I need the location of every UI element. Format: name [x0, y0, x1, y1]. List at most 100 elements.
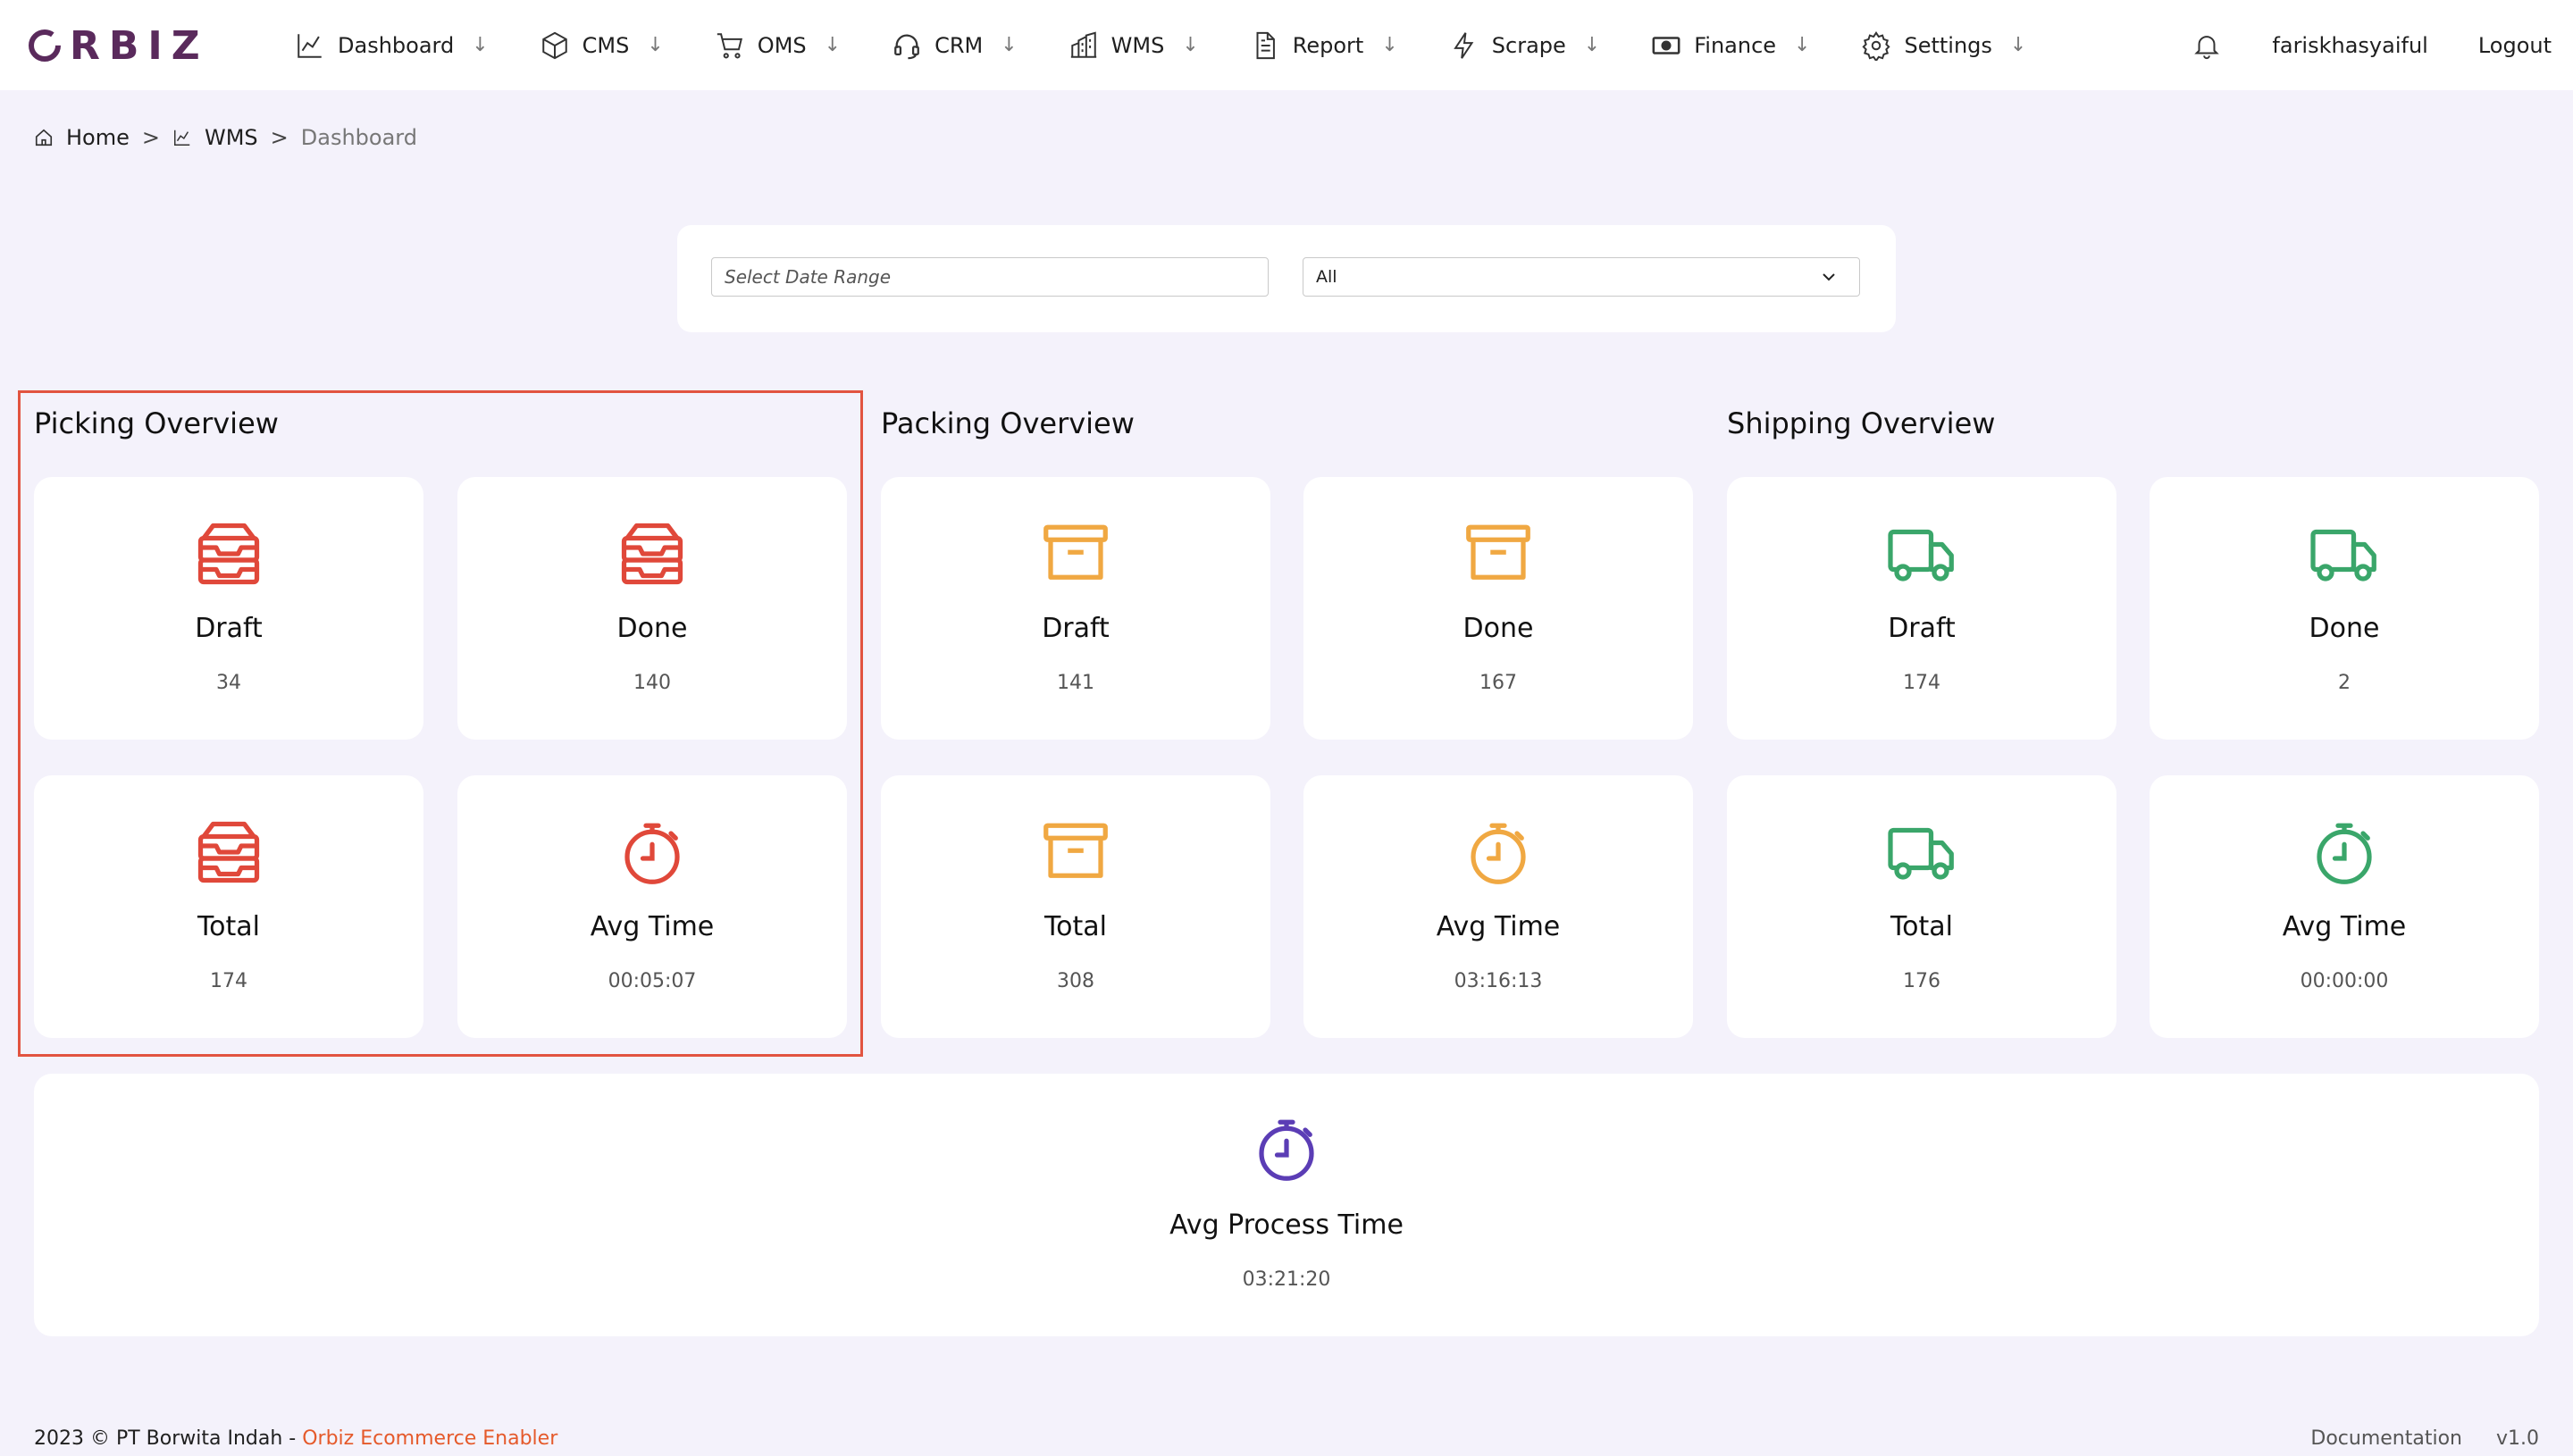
nav-label: WMS — [1110, 32, 1165, 58]
top-navbar: RBIZ Dashboard ↓ CMS ↓ OMS ↓ CRM ↓ WMS ↓ — [0, 0, 2573, 90]
footer-copyright: 2023 © PT Borwita Indah - Orbiz Ecommerc… — [34, 1427, 557, 1450]
shipping-overview-title: Shipping Overview — [1727, 406, 1996, 440]
nav-wms[interactable]: WMS ↓ — [1069, 30, 1199, 61]
stopwatch-icon — [1259, 1119, 1314, 1181]
nav-oms[interactable]: OMS ↓ — [715, 30, 841, 61]
archive-box-icon — [1466, 524, 1530, 580]
orbiz-logo[interactable]: RBIZ — [27, 22, 209, 69]
arrow-down-icon: ↓ — [1001, 34, 1018, 56]
picking-done-card[interactable]: Done 140 — [457, 477, 847, 740]
nav-crm[interactable]: CRM ↓ — [892, 30, 1018, 61]
nav-label: Settings — [1904, 32, 1992, 58]
lightning-icon — [1453, 31, 1474, 59]
cart-icon — [717, 32, 742, 58]
inbox-tray-icon — [197, 523, 260, 585]
copyright-text: 2023 © PT Borwita Indah - — [34, 1427, 303, 1450]
nav-scrape[interactable]: Scrape ↓ — [1449, 30, 1600, 61]
breadcrumb-separator: > — [270, 125, 289, 150]
card-value: 140 — [633, 672, 671, 694]
stopwatch-icon — [1471, 823, 1526, 884]
archive-box-icon — [1043, 524, 1108, 580]
packing-total-card[interactable]: Total 308 — [881, 775, 1270, 1038]
date-range-input[interactable] — [711, 257, 1269, 297]
arrow-down-icon: ↓ — [824, 34, 842, 56]
card-label: Total — [1043, 911, 1108, 942]
stopwatch-icon — [624, 823, 680, 884]
card-label: Avg Time — [2282, 911, 2407, 942]
arrow-down-icon: ↓ — [1182, 34, 1199, 56]
nav-settings[interactable]: Settings ↓ — [1861, 30, 2026, 61]
card-label: Draft — [1888, 613, 1956, 644]
packing-avg-time-card[interactable]: Avg Time 03:16:13 — [1303, 775, 1693, 1038]
bell-icon[interactable] — [2192, 30, 2222, 61]
footer-links: Documentation v1.0 — [2310, 1427, 2539, 1450]
footer-brand-link[interactable]: Orbiz Ecommerce Enabler — [302, 1427, 557, 1450]
card-label: Done — [2309, 613, 2380, 644]
card-value: 167 — [1479, 672, 1517, 694]
breadcrumb: Home > WMS > Dashboard — [34, 125, 417, 150]
card-value: 308 — [1057, 970, 1094, 992]
picking-overview-title: Picking Overview — [34, 406, 279, 440]
nav-cms[interactable]: CMS ↓ — [540, 30, 664, 61]
arrow-down-icon: ↓ — [2009, 34, 2027, 56]
nav-finance[interactable]: Finance ↓ — [1651, 30, 1810, 61]
card-label: Avg Time — [1436, 911, 1561, 942]
stopwatch-icon — [2317, 823, 2372, 884]
avg-process-time-card[interactable]: Avg Process Time 03:21:20 — [34, 1074, 2539, 1336]
headset-icon — [894, 34, 919, 59]
logo-text: RBIZ — [70, 22, 209, 69]
packing-done-card[interactable]: Done 167 — [1303, 477, 1693, 740]
card-label: Total — [1890, 911, 1954, 942]
nav-label: OMS — [757, 32, 807, 58]
inbox-tray-icon — [621, 523, 683, 585]
card-label: Done — [616, 613, 688, 644]
building-icon — [1070, 31, 1096, 58]
card-value: 174 — [1903, 672, 1940, 694]
card-value: 141 — [1057, 672, 1094, 694]
shipping-done-card[interactable]: Done 2 — [2150, 477, 2539, 740]
shipping-total-card[interactable]: Total 176 — [1727, 775, 2116, 1038]
card-label: Done — [1463, 613, 1534, 644]
arrow-down-icon: ↓ — [1583, 34, 1601, 56]
nav-label: CRM — [934, 32, 984, 58]
documentation-link[interactable]: Documentation — [2310, 1427, 2462, 1450]
home-icon — [35, 129, 53, 146]
nav-label: Scrape — [1491, 32, 1566, 58]
chart-line-icon — [298, 33, 322, 58]
picking-draft-card[interactable]: Draft 34 — [34, 477, 423, 740]
box-icon — [541, 31, 567, 59]
filter-card: All — [677, 225, 1896, 332]
nav-label: Report — [1292, 32, 1364, 58]
breadcrumb-wms[interactable]: WMS — [205, 125, 258, 150]
card-label: Draft — [195, 613, 263, 644]
breadcrumb-separator: > — [141, 125, 160, 150]
shipping-draft-card[interactable]: Draft 174 — [1727, 477, 2116, 740]
card-label: Avg Time — [590, 911, 715, 942]
card-value: 03:16:13 — [1454, 970, 1543, 992]
truck-icon — [1888, 529, 1954, 582]
status-select[interactable]: All — [1303, 257, 1860, 297]
nav-label: Dashboard — [338, 32, 455, 58]
nav-report[interactable]: Report ↓ — [1250, 30, 1398, 61]
shipping-avg-time-card[interactable]: Avg Time 00:00:00 — [2150, 775, 2539, 1038]
picking-avg-time-card[interactable]: Avg Time 00:05:07 — [457, 775, 847, 1038]
packing-draft-card[interactable]: Draft 141 — [881, 477, 1270, 740]
chevron-down-icon — [1823, 273, 1835, 281]
card-label: Draft — [1042, 613, 1110, 644]
logout-link[interactable]: Logout — [2478, 33, 2552, 58]
nav-right: fariskhasyaiful Logout — [2192, 0, 2552, 90]
picking-total-card[interactable]: Total 174 — [34, 775, 423, 1038]
archive-box-icon — [1043, 823, 1108, 878]
money-icon — [1652, 36, 1680, 54]
user-name[interactable]: fariskhasyaiful — [2272, 33, 2427, 58]
inbox-tray-icon — [197, 821, 260, 883]
nav-dashboard[interactable]: Dashboard ↓ — [295, 30, 489, 61]
arrow-down-icon: ↓ — [472, 34, 489, 56]
card-value: 34 — [216, 672, 241, 694]
arrow-down-icon: ↓ — [1794, 34, 1811, 56]
card-value: 03:21:20 — [1242, 1268, 1331, 1291]
arrow-down-icon: ↓ — [647, 34, 664, 56]
breadcrumb-home[interactable]: Home — [66, 125, 130, 150]
card-value: 174 — [210, 970, 247, 992]
chart-line-icon — [174, 130, 190, 146]
